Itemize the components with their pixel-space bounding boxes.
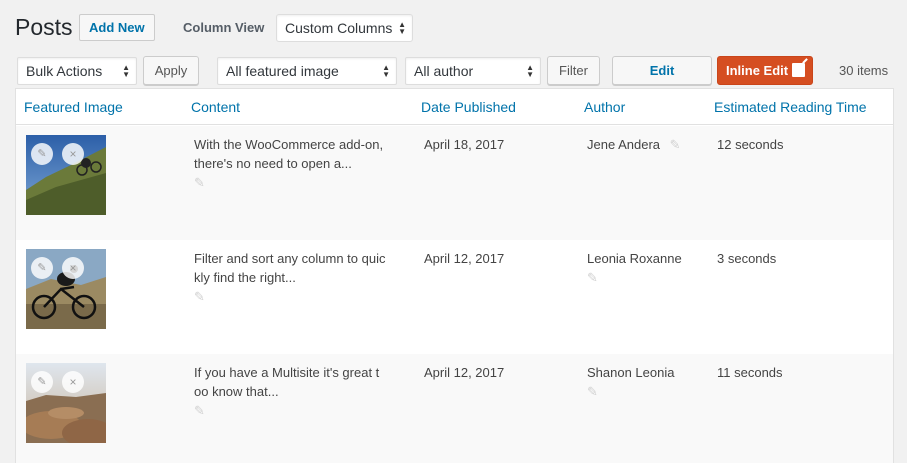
featured-image-thumbnail[interactable]: ✎ × <box>26 135 106 215</box>
add-new-button[interactable]: Add New <box>79 14 155 41</box>
author-cell: Shanon Leonia ✎ <box>587 363 674 401</box>
pencil-icon[interactable]: ✎ <box>194 173 205 192</box>
pencil-icon[interactable]: ✎ <box>587 268 598 287</box>
inline-edit-button[interactable]: Inline Edit <box>717 56 813 85</box>
content-text-line-2: there's no need to open a... <box>194 156 352 171</box>
author-name: Jene Andera <box>587 137 661 152</box>
items-count: 30 items <box>839 63 889 78</box>
edit-icon <box>792 63 805 77</box>
filter-button[interactable]: Filter <box>547 56 600 85</box>
content-text-line-2: kly find the right... <box>194 270 296 285</box>
date-cell: April 18, 2017 <box>424 137 505 152</box>
thumbnail-edit-icon[interactable]: ✎ <box>31 257 53 279</box>
thumbnail-close-icon[interactable]: × <box>62 257 84 279</box>
thumbnail-edit-icon[interactable]: ✎ <box>31 371 53 393</box>
inline-edit-label: Inline Edit <box>726 63 789 78</box>
pencil-icon[interactable]: ✎ <box>194 287 205 306</box>
content-text-line-1: With the WooCommerce add-on, <box>194 137 384 152</box>
author-filter-select[interactable]: All author ▲ ▼ <box>405 57 541 85</box>
table-row: ✎ × With the WooCommerce add-on, there's… <box>16 126 893 240</box>
table-row: ✎ × Filter and sort any column to quic k… <box>16 240 893 354</box>
pencil-icon[interactable]: ✎ <box>670 135 681 154</box>
page-title: Posts <box>15 14 73 40</box>
column-view-label: Column View <box>183 20 265 35</box>
content-cell: If you have a Multisite it's great t oo … <box>194 363 404 420</box>
author-cell: Leonia Roxanne ✎ <box>587 249 682 287</box>
author-filter-value: All author <box>414 63 474 79</box>
featured-image-thumbnail[interactable]: ✎ × <box>26 249 106 329</box>
author-name: Shanon Leonia <box>587 365 675 380</box>
thumbnail-edit-icon[interactable]: ✎ <box>31 143 53 165</box>
featured-image-filter-value: All featured image <box>226 63 339 79</box>
column-view-value: Custom Columns <box>285 20 393 36</box>
column-header-reading-time[interactable]: Estimated Reading Time <box>714 99 867 115</box>
reading-time-cell: 12 seconds <box>717 137 784 152</box>
table-row: ✎ × If you have a Multisite it's great t… <box>16 354 893 463</box>
content-text-line-2: oo know that... <box>194 384 279 399</box>
author-name: Leonia Roxanne <box>587 251 682 266</box>
posts-table: Featured Image Content Date Published Au… <box>15 88 894 463</box>
content-text-line-1: Filter and sort any column to quic <box>194 251 386 266</box>
content-cell: With the WooCommerce add-on, there's no … <box>194 135 404 192</box>
select-caret-icon: ▲ ▼ <box>122 63 130 79</box>
apply-button[interactable]: Apply <box>143 56 199 85</box>
pencil-icon[interactable]: ✎ <box>587 382 598 401</box>
reading-time-cell: 3 seconds <box>717 251 777 266</box>
column-header-date-published[interactable]: Date Published <box>421 99 516 115</box>
date-cell: April 12, 2017 <box>424 365 505 380</box>
column-header-author[interactable]: Author <box>584 99 625 115</box>
thumbnail-close-icon[interactable]: × <box>62 371 84 393</box>
select-caret-icon: ▲ ▼ <box>398 20 406 36</box>
edit-columns-button[interactable]: Edit columns <box>612 56 712 105</box>
column-header-featured-image[interactable]: Featured Image <box>24 99 123 115</box>
thumbnail-close-icon[interactable]: × <box>62 143 84 165</box>
column-view-select[interactable]: Custom Columns ▲ ▼ <box>276 14 413 42</box>
featured-image-thumbnail[interactable]: ✎ × <box>26 363 106 443</box>
bulk-actions-select[interactable]: Bulk Actions ▲ ▼ <box>17 57 137 85</box>
column-header-content[interactable]: Content <box>191 99 240 115</box>
select-caret-icon: ▲ ▼ <box>526 63 534 79</box>
date-cell: April 12, 2017 <box>424 251 505 266</box>
reading-time-cell: 11 seconds <box>717 365 783 380</box>
bulk-actions-value: Bulk Actions <box>26 63 103 79</box>
content-text-line-1: If you have a Multisite it's great t <box>194 365 380 380</box>
content-cell: Filter and sort any column to quic kly f… <box>194 249 404 306</box>
author-cell: Jene Andera ✎ <box>587 135 681 154</box>
pencil-icon[interactable]: ✎ <box>194 401 205 420</box>
select-caret-icon: ▲ ▼ <box>382 63 390 79</box>
table-header: Featured Image Content Date Published Au… <box>16 89 893 125</box>
featured-image-filter-select[interactable]: All featured image ▲ ▼ <box>217 57 397 85</box>
